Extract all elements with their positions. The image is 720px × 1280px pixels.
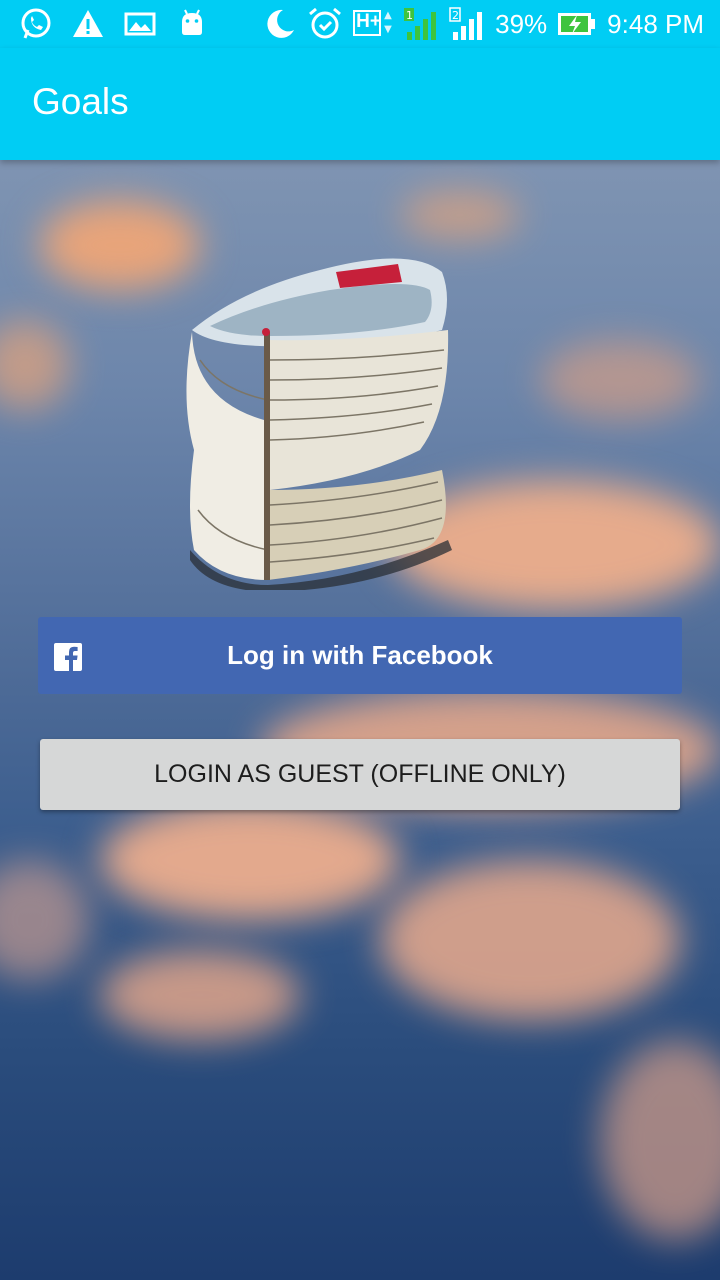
- app-bar: Goals: [0, 48, 720, 160]
- alarm-icon: [309, 7, 342, 39]
- gallery-icon: [124, 12, 156, 36]
- signal-sim1-icon: 1: [404, 8, 437, 40]
- background-image: Log in with Facebook LOGIN AS GUEST (OFF…: [0, 160, 720, 1280]
- battery-charging-icon: [558, 13, 596, 35]
- signal-sim2-icon: 2: [449, 7, 483, 40]
- svg-text:2: 2: [452, 9, 459, 22]
- notification-icons: [18, 6, 210, 42]
- battery-percent: 39%: [495, 8, 548, 39]
- guest-login-button[interactable]: LOGIN AS GUEST (OFFLINE ONLY): [40, 739, 680, 810]
- status-bar: H+ ▲ ▼ 1 2 39% 9:48 PM: [0, 0, 720, 48]
- guest-login-label: LOGIN AS GUEST (OFFLINE ONLY): [154, 760, 566, 788]
- app-title: Goals: [32, 81, 129, 122]
- boat-image: [186, 258, 452, 590]
- whatsapp-icon: [21, 8, 51, 39]
- android-icon: [182, 9, 202, 35]
- svg-text:1: 1: [406, 9, 413, 22]
- clock: 9:48 PM: [607, 8, 704, 39]
- hplus-label: H+: [356, 11, 381, 32]
- facebook-login-label: Log in with Facebook: [227, 640, 493, 670]
- moon-icon: [267, 9, 295, 38]
- warning-icon: [73, 10, 103, 37]
- network-hplus-icon: H+ ▲ ▼: [353, 6, 393, 42]
- facebook-login-button[interactable]: Log in with Facebook: [38, 617, 682, 694]
- system-icons: H+ ▲ ▼ 1 2 39% 9:48 PM: [261, 6, 704, 42]
